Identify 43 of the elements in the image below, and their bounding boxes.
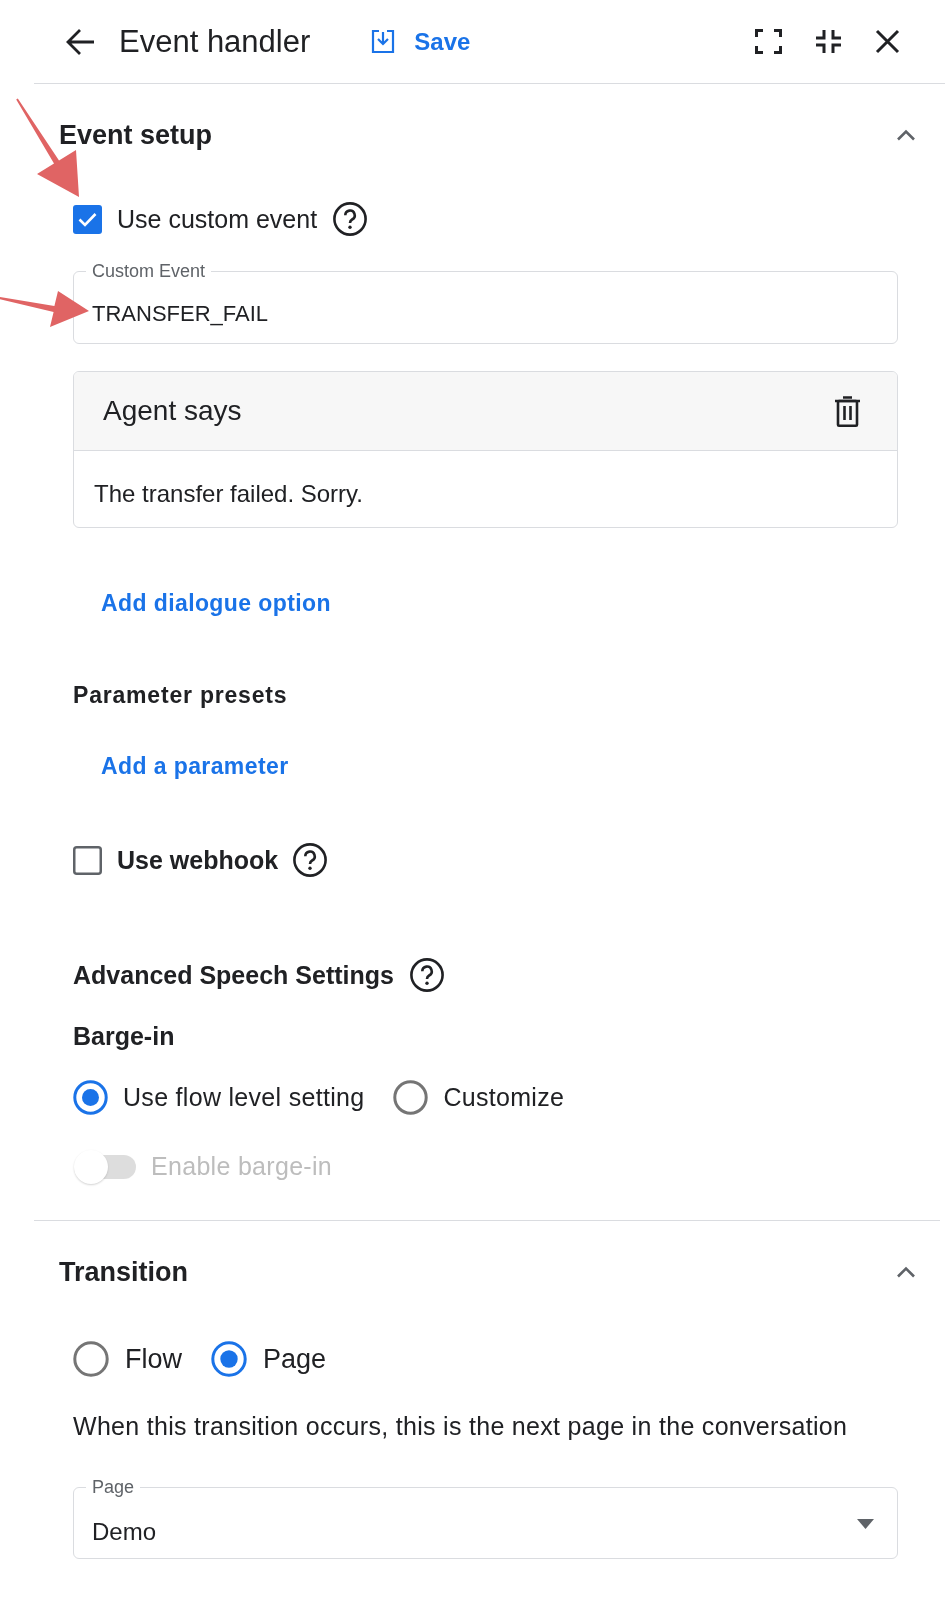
- subsection-title: Parameter presets: [73, 681, 288, 709]
- chevron-icon[interactable]: [896, 129, 916, 141]
- text-input[interactable]: TRANSFER_FAIL: [92, 294, 874, 334]
- radio-label: Customize: [443, 1083, 565, 1112]
- checkbox-label: Use webhook: [117, 845, 279, 875]
- floating-label: Page: [91, 1477, 136, 1497]
- radio-button[interactable]: [73, 1080, 108, 1115]
- response-text: The transfer failed. Sorry.: [94, 480, 363, 508]
- add-parameter-link[interactable]: Add a parameter: [93, 748, 297, 784]
- save-button[interactable]: Save: [365, 23, 477, 60]
- radio-label: Flow: [125, 1343, 182, 1375]
- panel-title: Event handler: [119, 23, 311, 60]
- dropdown-value-input[interactable]: Demo: [92, 1512, 857, 1552]
- help-icon[interactable]: [333, 202, 368, 236]
- subsection-title: Barge-in: [73, 1022, 175, 1050]
- exit-fullscreen-icon[interactable]: [815, 29, 842, 54]
- add-dialogue-option-link[interactable]: Add dialogue option: [93, 585, 339, 621]
- radio-label: Use flow level setting: [123, 1083, 365, 1112]
- checkbox[interactable]: [73, 845, 102, 875]
- checkbox[interactable]: [73, 204, 102, 234]
- caret-icon: [857, 1519, 874, 1529]
- floating-label: Custom Event: [91, 261, 207, 281]
- radio-button[interactable]: [393, 1080, 429, 1115]
- subsection-title: Advanced Speech Settings: [73, 960, 394, 990]
- page-dropdown[interactable]: Page Demo: [73, 1477, 898, 1559]
- custom-event-field[interactable]: Custom Event TRANSFER_FAIL: [73, 261, 898, 344]
- section-title: Transition: [59, 1256, 188, 1288]
- help-icon[interactable]: [293, 843, 328, 877]
- radio-button[interactable]: [73, 1341, 109, 1377]
- arrow-down-box-icon: [371, 29, 396, 54]
- description-text: When this transition occurs, this is the next page in the conversation: [73, 1412, 848, 1440]
- toggle-label: Enable barge-in: [151, 1152, 332, 1181]
- checkbox-label: Use custom event: [117, 204, 318, 234]
- radio-label: Page: [263, 1343, 327, 1375]
- close-icon[interactable]: [875, 29, 900, 54]
- chevron-icon[interactable]: [896, 1266, 916, 1278]
- card-title: Agent says: [103, 395, 242, 427]
- help-icon[interactable]: [409, 958, 444, 992]
- trash-icon[interactable]: [834, 395, 861, 427]
- section-title: Event setup: [59, 119, 213, 151]
- back-arrow-icon[interactable]: [65, 27, 95, 56]
- radio-button[interactable]: [211, 1341, 247, 1377]
- fullscreen-icon[interactable]: [755, 29, 782, 54]
